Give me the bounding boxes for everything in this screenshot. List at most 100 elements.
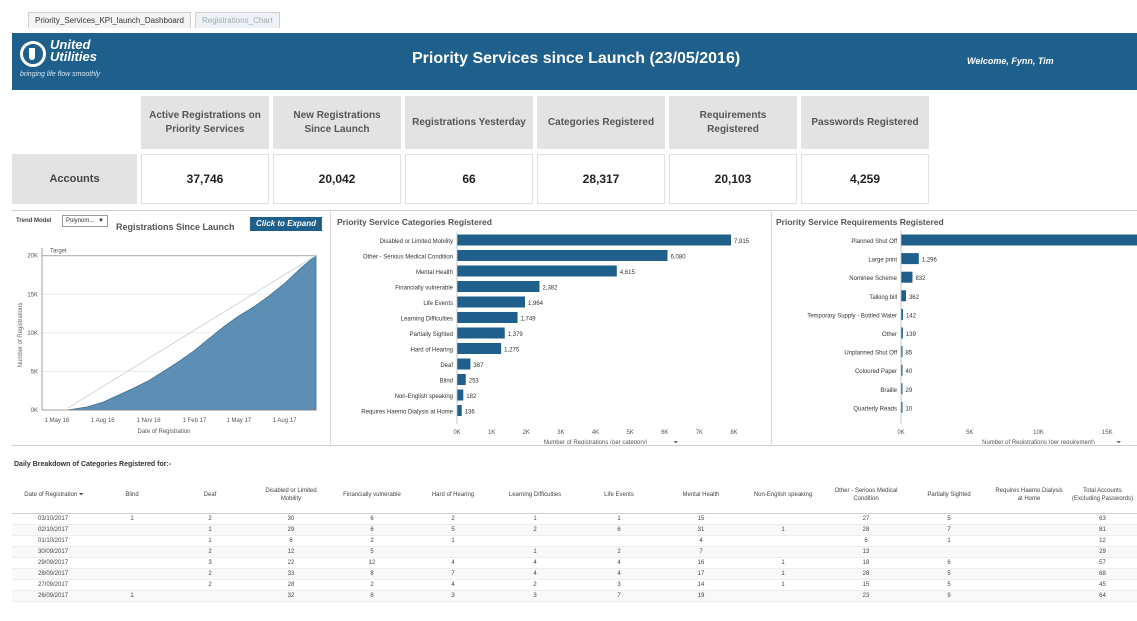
table-cell	[990, 546, 1068, 558]
category-label: Quarterly Reads	[853, 406, 897, 412]
panel-divider	[330, 212, 331, 444]
table-cell: 2	[168, 546, 252, 558]
click-to-expand-button[interactable]: Click to Expand	[250, 217, 322, 231]
column-header[interactable]: Partially Sighted	[908, 477, 990, 514]
table-cell: 30	[252, 513, 330, 525]
category-label: Disabled or Limited Mobility	[380, 239, 453, 245]
table-cell: 1	[168, 524, 252, 536]
table-cell: 1	[492, 546, 578, 558]
category-label: Unplanned Shut Off	[844, 351, 897, 357]
table-cell: 2	[330, 535, 414, 547]
x-tick-label: 1 Nov 16	[137, 418, 162, 424]
table-cell: 15	[824, 579, 908, 591]
x-tick-label: 15K	[1102, 430, 1113, 436]
page-title: Priority Services since Launch (23/05/20…	[412, 50, 741, 67]
table-cell: 5	[330, 546, 414, 558]
column-header[interactable]: Blind	[96, 477, 168, 514]
date-cell: 28/09/2017	[12, 568, 96, 580]
table-cell	[742, 513, 824, 525]
table-row: 27/09/2017 2 28 2 4 2 3 14 1 15 5 45	[12, 579, 1137, 591]
trend-model-value: Polynom...	[66, 218, 95, 224]
requirements-chart-title: Priority Service Requirements Registered	[776, 217, 944, 227]
bar	[457, 281, 540, 292]
data-label: 387	[473, 363, 484, 369]
trend-model-select[interactable]: Polynom... ▼	[62, 215, 108, 227]
x-axis-title: Number of Registrations (per category)	[544, 440, 648, 444]
table-cell: 7	[660, 546, 742, 558]
column-header[interactable]: Requires Haemo Dialysis at Home	[990, 477, 1068, 514]
x-axis-title: Date of Registration	[137, 429, 190, 435]
x-tick-label: 8K	[730, 430, 737, 436]
chevron-down-icon: ▼	[98, 218, 104, 224]
column-header[interactable]: Disabled or Limited Mobility	[252, 477, 330, 514]
x-tick-label: 1 May 16	[45, 418, 70, 424]
bar	[457, 374, 466, 385]
table-cell: 1	[908, 535, 990, 547]
category-label: Coloured Paper	[855, 369, 897, 375]
category-label: Non-English speaking	[395, 394, 453, 400]
x-tick-label: 10K	[1033, 430, 1044, 436]
category-label: Learning Difficulties	[401, 317, 453, 323]
column-header[interactable]: Mental Health	[660, 477, 742, 514]
column-header[interactable]: Learning Difficulties	[492, 477, 578, 514]
filter-icon: ⏷	[674, 440, 679, 444]
table-cell: 5	[414, 524, 492, 536]
logo-tagline: bringing life flow smoothly	[20, 71, 101, 78]
kpi-header-passwords: Passwords Registered	[801, 96, 929, 149]
table-cell	[168, 590, 252, 602]
table-cell: 32	[252, 590, 330, 602]
tab-registrations-chart[interactable]: Registrations_Chart	[194, 12, 280, 28]
category-label: Other	[882, 332, 897, 338]
categories-chart-title: Priority Service Categories Registered	[337, 217, 492, 227]
kpi-header-active: Active Registrations on Priority Service…	[141, 96, 269, 149]
table-cell	[492, 535, 578, 547]
table-cell: 63	[1068, 513, 1137, 525]
table-cell: 23	[824, 590, 908, 602]
data-label: 362	[909, 295, 920, 301]
tab-kpi-dashboard[interactable]: Priority_Services_KPI_launch_Dashboard	[28, 12, 191, 28]
data-label: 1,379	[508, 332, 524, 338]
date-cell: 30/09/2017	[12, 546, 96, 558]
bar	[901, 271, 913, 283]
column-header[interactable]: Total Accounts (Excluding Passwords)	[1068, 477, 1137, 514]
table-cell: 2	[578, 546, 660, 558]
x-axis-title: Number of Registrations (per requirement…	[982, 440, 1095, 444]
logo-line2: Utilities	[50, 49, 97, 64]
x-tick-label: 1 May 17	[226, 418, 251, 424]
date-cell: 26/09/2017	[12, 590, 96, 602]
data-label: 40	[906, 369, 913, 375]
logo-wordmark: United Utilities	[50, 38, 97, 64]
table-cell: 2	[414, 513, 492, 525]
column-header[interactable]: Date of Registration ⏷	[12, 477, 96, 514]
category-label: Life Events	[423, 301, 453, 307]
table-cell	[96, 568, 168, 580]
table-cell: 12	[1068, 535, 1137, 547]
column-header[interactable]: Deaf	[168, 477, 252, 514]
table-cell	[990, 579, 1068, 591]
table-cell	[578, 535, 660, 547]
kpi-value-categories: 28,317	[537, 154, 665, 204]
sheet-tabs: Priority_Services_KPI_launch_Dashboard R…	[28, 12, 280, 28]
column-header[interactable]: Non-English speaking	[742, 477, 824, 514]
kpi-row-label: Accounts	[12, 154, 137, 204]
table-cell: 2	[492, 524, 578, 536]
welcome-text: Welcome, Fynn, Tim	[967, 56, 1054, 66]
y-tick-label: 20K	[27, 254, 38, 260]
category-label: Planned Shut Off	[851, 239, 897, 245]
column-header[interactable]: Life Events	[578, 477, 660, 514]
table-cell: 14	[660, 579, 742, 591]
table-cell: 45	[1068, 579, 1137, 591]
table-cell	[96, 546, 168, 558]
column-header[interactable]: Hard of Hearing	[414, 477, 492, 514]
category-label: Partially Sighted	[410, 332, 453, 338]
table-row: 28/09/2017 2 33 8 7 4 4 17 1 28 5 68	[12, 568, 1137, 580]
table-cell: 13	[824, 546, 908, 558]
x-tick-label: 1 Aug 16	[91, 418, 115, 424]
column-header[interactable]: Financially vulnerable	[330, 477, 414, 514]
kpi-header-requirements: Requirements Registered	[669, 96, 797, 149]
kpi-value-new: 20,042	[273, 154, 401, 204]
filter-icon[interactable]: ⏷	[77, 492, 84, 498]
bar	[457, 250, 668, 261]
table-header-row: Date of Registration ⏷ Blind Deaf Disabled …	[12, 477, 1137, 514]
column-header[interactable]: Other - Serious Medical Condition	[824, 477, 908, 514]
